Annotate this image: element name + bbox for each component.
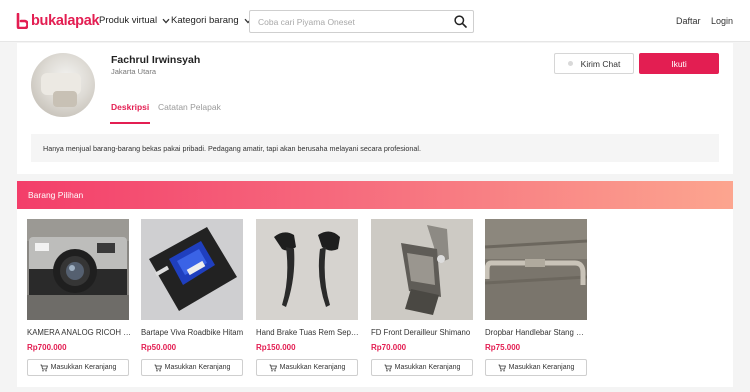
- seller-name: Fachrul Irwinsyah: [111, 54, 201, 66]
- seller-profile-card: Fachrul Irwinsyah Jakarta Utara Deskrips…: [17, 43, 733, 174]
- menu-kategori-barang-label: Kategori barang: [171, 15, 239, 26]
- derailleur-photo: [371, 219, 473, 320]
- cart-icon: [154, 364, 162, 371]
- product-name[interactable]: KAMERA ANALOG RICOH 500 G: [27, 328, 131, 337]
- seller-location: Jakarta Utara: [111, 67, 157, 76]
- menu-produk-virtual-label: Produk virtual: [99, 15, 158, 26]
- login-link[interactable]: Login: [711, 16, 733, 26]
- ikuti-label: Ikuti: [671, 58, 687, 69]
- search-input[interactable]: [251, 12, 447, 31]
- add-to-cart-label: Masukkan Keranjang: [279, 364, 346, 371]
- cart-icon: [269, 364, 277, 371]
- add-to-cart-label: Masukkan Keranjang: [508, 364, 575, 371]
- product-image[interactable]: [256, 219, 358, 320]
- product-name[interactable]: Bartape Viva Roadbike Hitam: [141, 328, 245, 337]
- seller-description: Hanya menjual barang-barang bekas pakai …: [31, 134, 719, 162]
- add-to-cart-label: Masukkan Keranjang: [164, 364, 231, 371]
- kirim-chat-label: Kirim Chat: [580, 58, 621, 69]
- kirim-chat-button[interactable]: Kirim Chat: [554, 53, 634, 74]
- add-to-cart-button[interactable]: Masukkan Keranjang: [141, 359, 243, 376]
- product-image[interactable]: [371, 219, 473, 320]
- avatar-photo-detail: [53, 91, 77, 107]
- bukalapak-logo[interactable]: bukalapak: [16, 13, 100, 29]
- chat-status-icon: [567, 61, 573, 66]
- product-name[interactable]: FD Front Derailleur Shimano: [371, 328, 475, 337]
- add-to-cart-label: Masukkan Keranjang: [50, 364, 117, 371]
- bartape-photo: [141, 219, 243, 320]
- barang-pilihan-section: Barang Pilihan KAMERA ANALOG RICOH 500 G…: [17, 181, 733, 387]
- search-icon: [453, 15, 467, 28]
- ikuti-button[interactable]: Ikuti: [639, 53, 719, 74]
- add-to-cart-button[interactable]: Masukkan Keranjang: [27, 359, 129, 376]
- add-to-cart-button[interactable]: Masukkan Keranjang: [256, 359, 358, 376]
- product-name[interactable]: Dropbar Handlebar Stang Sepeda: [485, 328, 589, 337]
- add-to-cart-label: Masukkan Keranjang: [394, 364, 461, 371]
- cart-icon: [40, 364, 48, 371]
- camera-photo: [27, 219, 129, 320]
- product-image[interactable]: [27, 219, 129, 320]
- search-box: [249, 10, 474, 33]
- cart-icon: [384, 364, 392, 371]
- product-price: Rp150.000: [256, 343, 296, 352]
- seller-avatar[interactable]: [31, 53, 95, 117]
- product-price: Rp70.000: [371, 343, 407, 352]
- product-price: Rp700.000: [27, 343, 67, 352]
- menu-kategori-barang[interactable]: Kategori barang: [171, 15, 252, 26]
- add-to-cart-button[interactable]: Masukkan Keranjang: [371, 359, 473, 376]
- product-price: Rp75.000: [485, 343, 521, 352]
- product-name[interactable]: Hand Brake Tuas Rem Sepeda: [256, 328, 360, 337]
- tab-catatan-pelapak[interactable]: Catatan Pelapak: [158, 102, 221, 124]
- tab-deskripsi[interactable]: Deskripsi: [110, 102, 151, 124]
- product-image[interactable]: [141, 219, 243, 320]
- bukalapak-logo-icon: [16, 13, 28, 29]
- cart-icon: [498, 364, 506, 371]
- logo-text: bukalapak: [31, 13, 100, 29]
- search-button[interactable]: [447, 11, 473, 32]
- daftar-link[interactable]: Daftar: [676, 16, 701, 26]
- menu-produk-virtual[interactable]: Produk virtual: [99, 15, 170, 26]
- handlebar-photo: [485, 219, 587, 320]
- barang-pilihan-title: Barang Pilihan: [17, 181, 733, 209]
- add-to-cart-button[interactable]: Masukkan Keranjang: [485, 359, 587, 376]
- product-image[interactable]: [485, 219, 587, 320]
- chevron-down-icon: [162, 18, 170, 23]
- top-header: bukalapak Produk virtual Kategori barang…: [0, 0, 750, 42]
- product-price: Rp50.000: [141, 343, 177, 352]
- hand-brake-photo: [256, 219, 358, 320]
